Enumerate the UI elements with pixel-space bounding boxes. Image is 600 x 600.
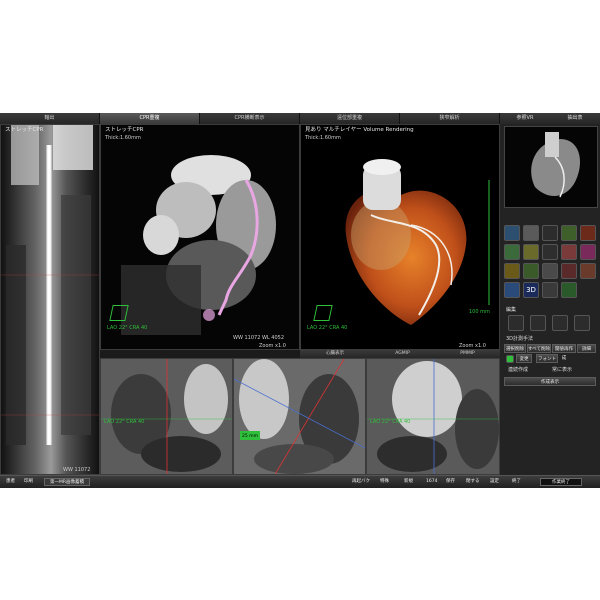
right-sidebar: 参照VR 抽出表 3D 編集 3D計測手法 選択削除 すべて削除 閾値再作成 詳… (500, 113, 600, 487)
vr-scale: 100 mm (469, 309, 490, 315)
delete-selected-button[interactable]: 選択削除 (504, 344, 526, 353)
angle-tool-icon[interactable] (530, 315, 546, 331)
cut-icon[interactable] (542, 244, 558, 260)
taskbar-status-field: 作業終了 (540, 478, 582, 486)
tab-agmip[interactable]: AGMIP (370, 350, 436, 358)
tab-extract-table[interactable]: 抽出表 (550, 113, 600, 124)
tab-axis[interactable]: 軸出 (0, 113, 100, 124)
create-display-button[interactable]: 作成表示 (504, 377, 596, 386)
cpr-zoom: Zoom x1.0 (259, 343, 286, 349)
vr-thickness: Thick:1.60mm (305, 135, 341, 141)
left-panel-wl: WW 11072 (63, 467, 91, 473)
tab-stenosis-analysis[interactable]: 狭窄解析 (400, 113, 500, 124)
cpr-panel[interactable]: ストレッチCPR Thick:1.60mm LAO 22° CRA 40 WW … (100, 124, 300, 350)
cross-section-1-orientation: LAO 22° CRA 40 (104, 419, 145, 425)
detail-button[interactable]: 詳細 (577, 344, 596, 353)
taskbar-restart[interactable]: 再起バク (352, 478, 370, 486)
cross-section-3-orientation: LAO 22° CRA 40 (370, 419, 411, 425)
vr-orientation: LAO 22° CRA 40 (307, 325, 348, 331)
left-cpr-panel[interactable]: ストレッチCPR WW 11072 (0, 124, 100, 475)
color-swatch[interactable] (506, 355, 514, 363)
bottom-taskbar: 患者 印刷 第一MR画像蓄積 再起バク 特殊 新規 1674 保存 閉する 設定… (0, 475, 600, 488)
vr-orientation-cube-icon (313, 305, 333, 321)
tab-cpr-overlay[interactable]: CPR重複 (100, 113, 200, 124)
measure-method-label: 3D計測手法 (506, 336, 534, 342)
cpr-image (101, 125, 299, 349)
cross-section-image-2 (234, 359, 365, 474)
cross-section-panel-1[interactable]: LAO 22° CRA 40 (100, 358, 233, 475)
volume-rendering-panel[interactable]: 見あり マルチレイヤー Volume Rendering Thick:1.60m… (300, 124, 500, 350)
color-icon[interactable] (561, 244, 577, 260)
taskbar-active-series[interactable]: 第一MR画像蓄積 (44, 478, 90, 486)
globe-icon[interactable] (504, 282, 520, 298)
curve-tool-icon[interactable] (552, 315, 568, 331)
branch-icon[interactable] (504, 263, 520, 279)
wand-icon[interactable] (561, 282, 577, 298)
vr-zoom: Zoom x1.0 (459, 343, 486, 349)
zoom-icon[interactable] (523, 225, 539, 241)
cross-section-panel-2[interactable]: 25 mm (233, 358, 366, 475)
delete-all-button[interactable]: すべて削除 (527, 344, 551, 353)
heart-icon[interactable] (580, 225, 596, 241)
layer-icon[interactable] (542, 263, 558, 279)
taskbar-count: 1674 (426, 479, 438, 484)
always-show-checkbox[interactable]: 常に表示 (552, 366, 572, 373)
cpr-orientation: LAO 22° CRA 40 (107, 325, 148, 331)
reference-vr-thumbnail[interactable] (504, 126, 598, 208)
font-button[interactable]: フォント (536, 354, 558, 363)
cross-section-image-1 (101, 359, 232, 474)
taskbar-patient[interactable]: 患者 (6, 478, 15, 486)
contrast-icon[interactable] (542, 225, 558, 241)
organ-icon[interactable] (580, 263, 596, 279)
application-window: 軸出 CPR重複 CPR横断表示 遠位部重複 狭窄解析 ストレッチCPR WW (0, 113, 600, 488)
vessel-icon[interactable] (504, 244, 520, 260)
view-icon[interactable] (542, 282, 558, 298)
taskbar-special[interactable]: 特殊 (380, 478, 389, 486)
line-tool-icon[interactable] (508, 315, 524, 331)
taskbar-exit[interactable]: 終了 (512, 478, 521, 486)
tab-heart-display[interactable]: 心臓表示 (300, 350, 371, 358)
tab-cpr-cross[interactable]: CPR横断表示 (200, 113, 300, 124)
edit-section-label: 編集 (506, 307, 517, 313)
taskbar-print[interactable]: 印刷 (24, 478, 33, 486)
tree-icon[interactable] (523, 263, 539, 279)
segment-icon[interactable] (523, 244, 539, 260)
cross-section-panel-3[interactable]: LAO 22° CRA 40 (366, 358, 500, 475)
cpr-thickness: Thick:1.60mm (105, 135, 141, 141)
taskbar-save[interactable]: 保存 (446, 478, 455, 486)
recreate-button[interactable]: 閾値再作成 (552, 344, 576, 361)
cpr-window-level: WW 11072 WL 4052 (233, 335, 285, 341)
tab-pmmip[interactable]: PMMIP (435, 350, 501, 358)
thumbnail-image (505, 127, 597, 207)
tool-icon-grid: 3D (504, 225, 596, 298)
text-3d-icon[interactable]: 3D (523, 282, 539, 298)
left-cpr-image (1, 125, 99, 474)
view-tabs: 軸出 CPR重複 CPR横断表示 遠位部重複 狭窄解析 (0, 113, 500, 124)
vr-title: 見あり マルチレイヤー Volume Rendering (305, 127, 414, 133)
taskbar-close[interactable]: 閉する (466, 478, 480, 486)
tab-distal-overlay[interactable]: 遠位部重複 (300, 113, 400, 124)
cpr-title: ストレッチCPR (105, 127, 144, 133)
point-tool-icon[interactable] (574, 315, 590, 331)
heart-volume-rendering (301, 125, 499, 349)
orientation-cube-icon (109, 305, 129, 321)
continuous-create-checkbox[interactable]: 連続作成 (508, 366, 528, 373)
cross-section-image-3 (367, 359, 499, 474)
rotate-icon[interactable] (504, 225, 520, 241)
tab-reference-vr[interactable]: 参照VR (500, 113, 551, 124)
left-panel-title: ストレッチCPR (5, 127, 44, 133)
mask-icon[interactable] (561, 263, 577, 279)
taskbar-settings[interactable]: 設定 (490, 478, 499, 486)
taskbar-new[interactable]: 新規 (404, 478, 413, 486)
measure-icon[interactable] (561, 225, 577, 241)
distance-marker: 25 mm (240, 431, 260, 440)
paint-icon[interactable] (580, 244, 596, 260)
change-button[interactable]: 変更 (516, 354, 532, 363)
